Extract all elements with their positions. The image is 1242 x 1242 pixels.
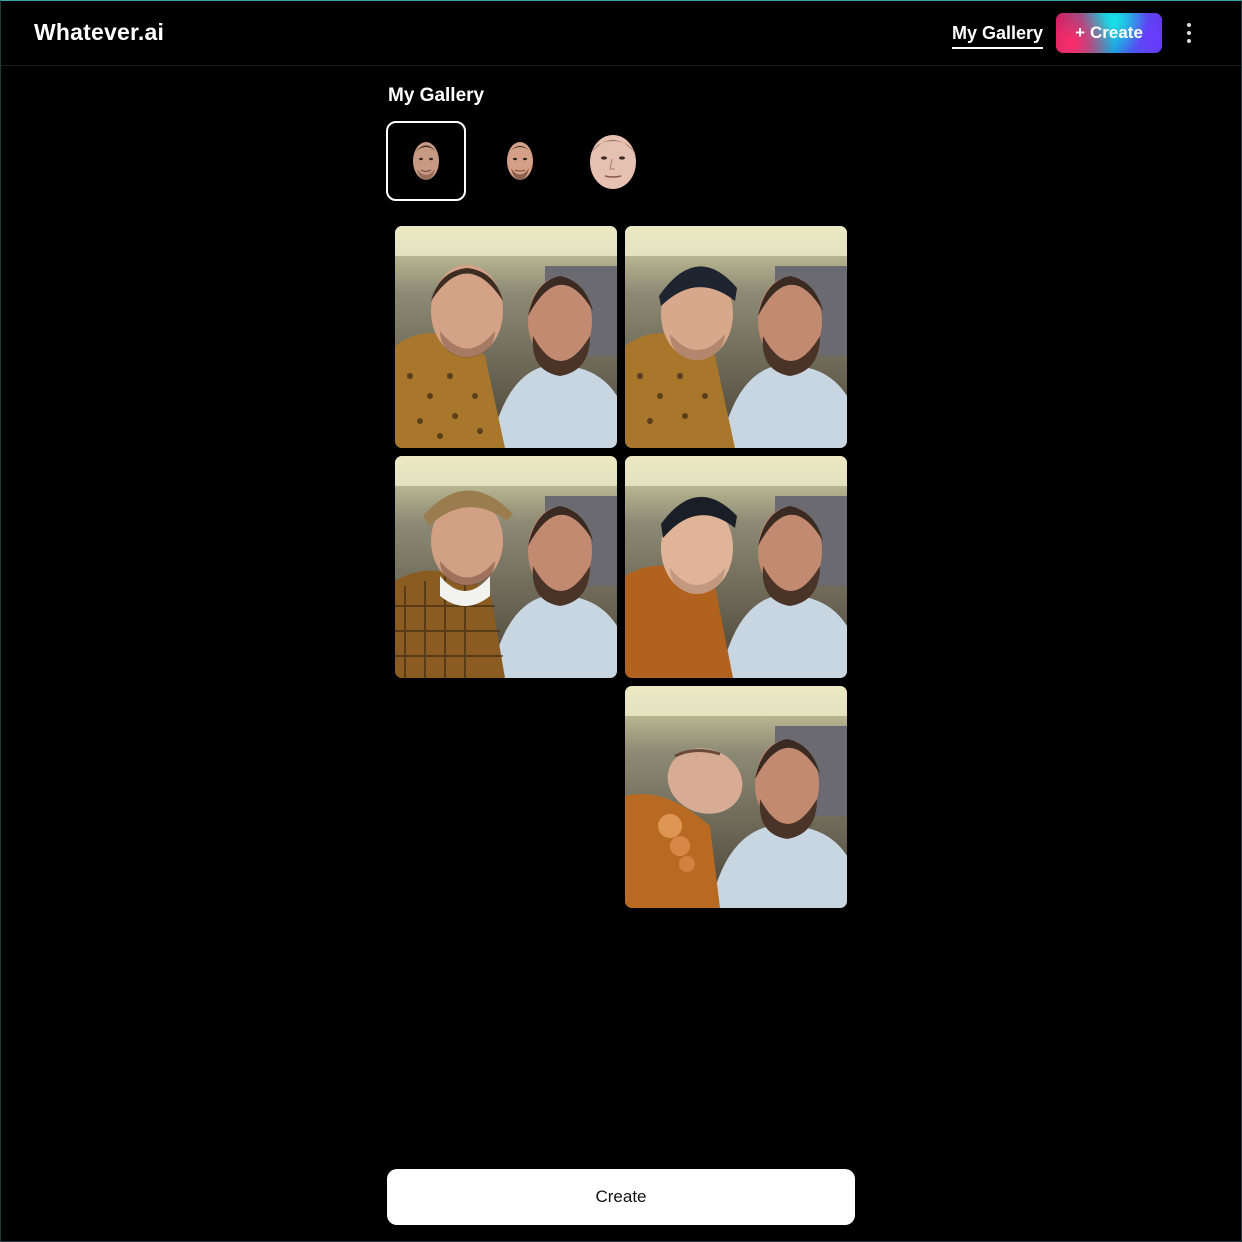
selfie-image — [625, 456, 847, 678]
gallery-photo-2[interactable] — [625, 226, 847, 448]
create-button[interactable]: Create — [387, 1169, 855, 1225]
top-bar: Whatever.ai My Gallery + Create — [1, 1, 1241, 66]
face-tab-2[interactable] — [480, 121, 560, 201]
plus-icon: + — [1075, 23, 1085, 42]
selfie-image — [625, 226, 847, 448]
face-tab-3[interactable] — [573, 121, 653, 201]
page-title: My Gallery — [388, 85, 485, 106]
gallery-photo-5[interactable] — [625, 686, 847, 908]
face-thumbnail — [507, 142, 533, 180]
gallery-photo-3[interactable] — [395, 456, 617, 678]
selfie-image — [395, 226, 617, 448]
kebab-menu-icon[interactable] — [1179, 21, 1199, 45]
selfie-image — [395, 456, 617, 678]
face-tab-1[interactable] — [386, 121, 466, 201]
gallery-photo-1[interactable] — [395, 226, 617, 448]
selfie-image — [625, 686, 847, 908]
logo[interactable]: Whatever.ai — [34, 19, 164, 46]
nav-my-gallery[interactable]: My Gallery — [952, 23, 1044, 49]
face-thumbnail — [590, 135, 636, 189]
gallery-photo-4[interactable] — [625, 456, 847, 678]
face-thumbnail — [413, 142, 439, 180]
header-create-label: Create — [1090, 23, 1143, 42]
header-create-button[interactable]: + Create — [1056, 13, 1162, 53]
app-window: Whatever.ai My Gallery + Create My Galle… — [0, 0, 1242, 1242]
